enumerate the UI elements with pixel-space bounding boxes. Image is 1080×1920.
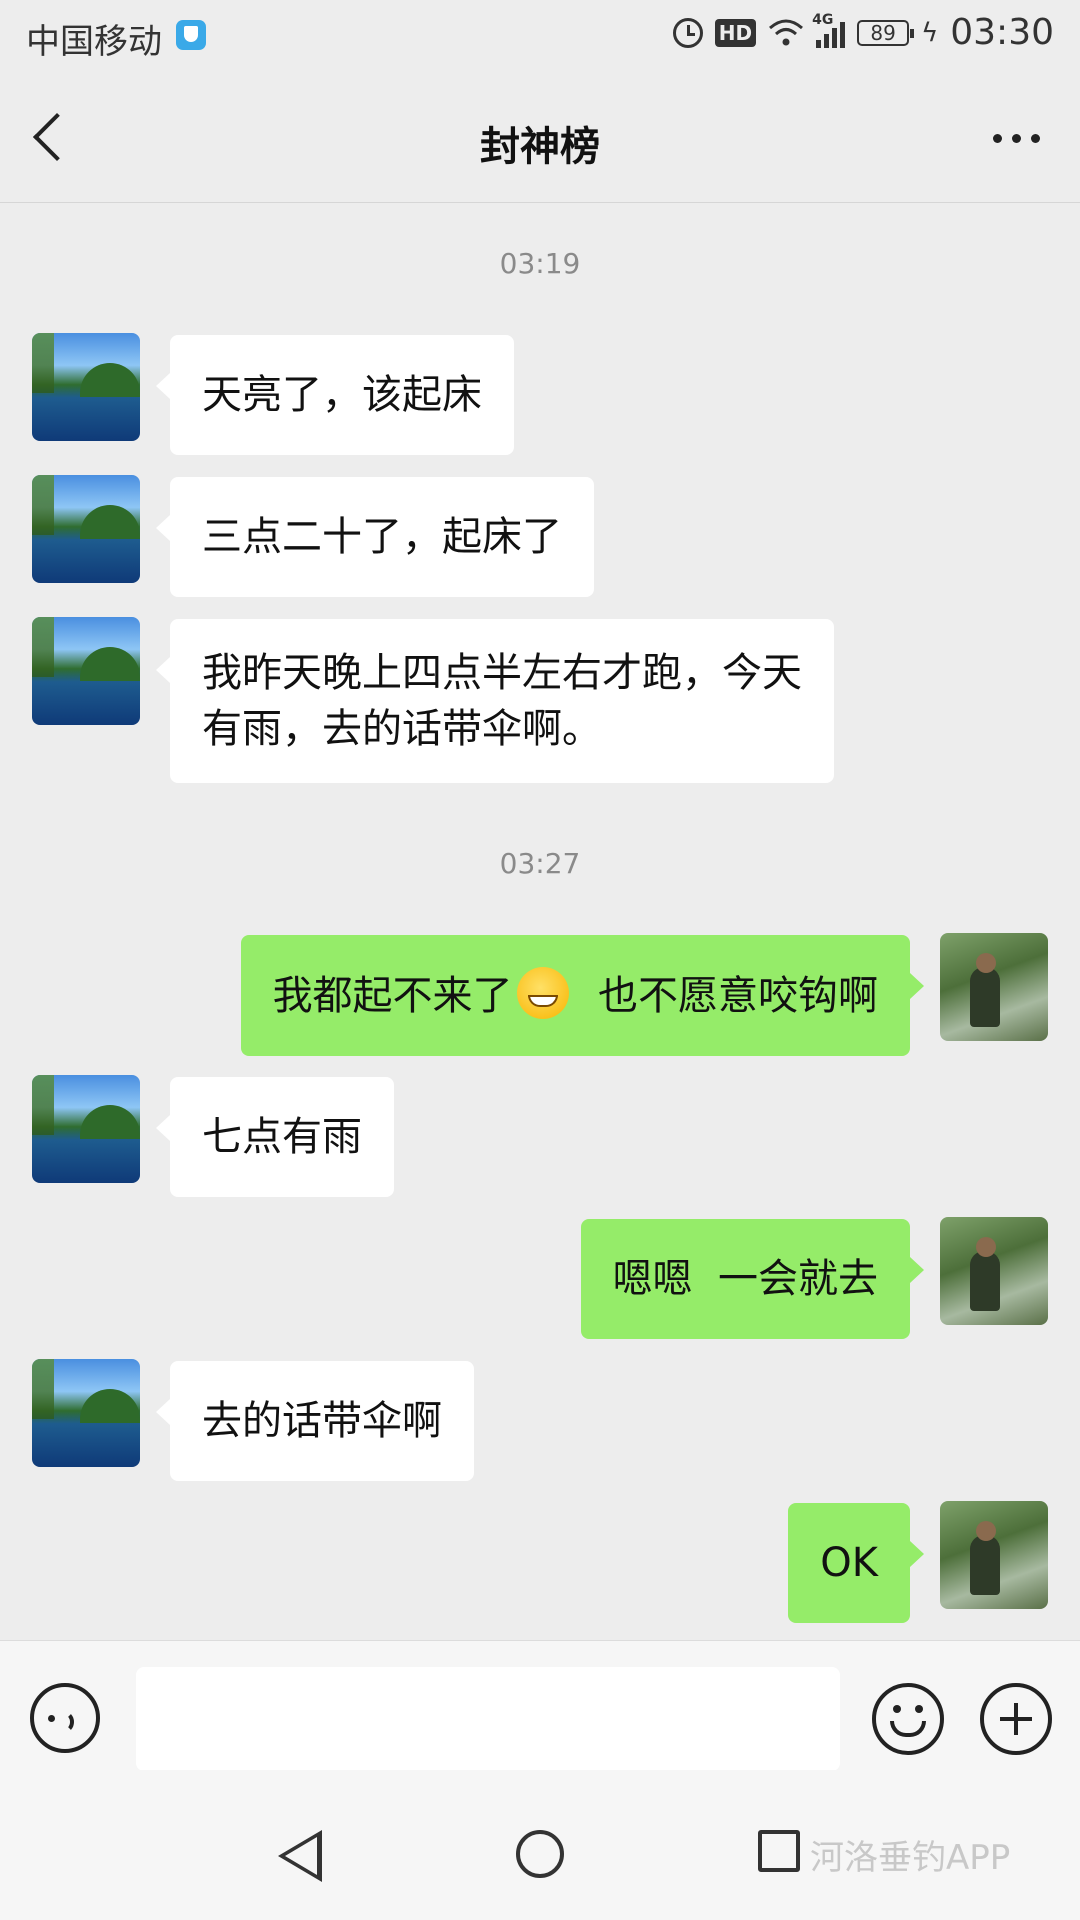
chat-header: 封神榜	[0, 78, 1080, 203]
contact-avatar[interactable]	[32, 1075, 140, 1183]
back-triangle-icon[interactable]	[278, 1830, 322, 1882]
alarm-icon	[672, 17, 703, 48]
user-avatar[interactable]	[940, 1501, 1048, 1609]
grinning-face-icon	[516, 967, 569, 1019]
incoming-message-bubble[interactable]: 三点二十了，起床了	[156, 477, 594, 597]
message-line: 我昨天晚上四点半左右才跑，今天	[202, 650, 802, 696]
plus-icon[interactable]	[980, 1683, 1052, 1755]
incoming-message-bubble[interactable]: 我昨天晚上四点半左右才跑，今天 有雨，去的话带伞啊。	[156, 619, 834, 783]
hd-badge: HD	[714, 18, 757, 47]
incoming-message-bubble[interactable]: 天亮了，该起床	[156, 335, 514, 455]
status-bar: 中国移动 HD 4G 89 ϟ 03:30	[0, 0, 1080, 78]
outgoing-message-bubble[interactable]: OK	[788, 1503, 924, 1623]
incoming-message-bubble[interactable]: 去的话带伞啊	[156, 1361, 474, 1481]
status-indicators: HD 4G 89 ϟ 03:30	[672, 12, 1054, 53]
outgoing-message-bubble[interactable]: 嗯嗯 一会就去	[580, 1219, 925, 1339]
emoji-icon[interactable]	[872, 1683, 944, 1755]
battery-icon: 89	[857, 19, 915, 46]
message-text: 我都起不来了	[272, 973, 513, 1019]
incoming-message-bubble[interactable]: 七点有雨	[156, 1077, 394, 1197]
message-text: 也不愿意咬钩啊	[572, 973, 878, 1019]
charging-icon: ϟ	[921, 17, 939, 48]
watermark: 河洛垂钓APP	[810, 1838, 1011, 1878]
contact-avatar[interactable]	[32, 1359, 140, 1467]
home-circle-icon[interactable]	[516, 1830, 564, 1878]
message-input[interactable]	[136, 1667, 840, 1771]
shield-icon	[176, 20, 206, 50]
signal-icon: 4G	[812, 12, 846, 48]
carrier-name: 中国移动	[26, 22, 162, 62]
message-timestamp: 03:27	[499, 847, 581, 880]
input-bar	[0, 1640, 1080, 1771]
system-nav-bar: 河洛垂钓APP	[0, 1770, 1080, 1920]
more-options-icon[interactable]	[993, 134, 1040, 143]
contact-avatar[interactable]	[32, 333, 140, 441]
message-timestamp: 03:19	[499, 247, 581, 280]
status-time: 03:30	[950, 12, 1054, 53]
network-type: 4G	[812, 11, 834, 28]
contact-avatar[interactable]	[32, 617, 140, 725]
user-avatar[interactable]	[940, 933, 1048, 1041]
battery-level: 89	[870, 20, 896, 45]
recent-square-icon[interactable]	[758, 1830, 800, 1872]
outgoing-message-bubble[interactable]: 我都起不来了 也不愿意咬钩啊	[240, 935, 925, 1056]
message-list[interactable]: 03:19 天亮了，该起床 三点二十了，起床了 我昨天晚上四点半左右才跑，今天 …	[0, 203, 1080, 1640]
chat-title: 封神榜	[480, 124, 600, 170]
contact-avatar[interactable]	[32, 475, 140, 583]
voice-icon[interactable]	[30, 1683, 100, 1753]
message-line: 有雨，去的话带伞啊。	[202, 706, 602, 752]
user-avatar[interactable]	[940, 1217, 1048, 1325]
wifi-icon	[769, 19, 804, 45]
